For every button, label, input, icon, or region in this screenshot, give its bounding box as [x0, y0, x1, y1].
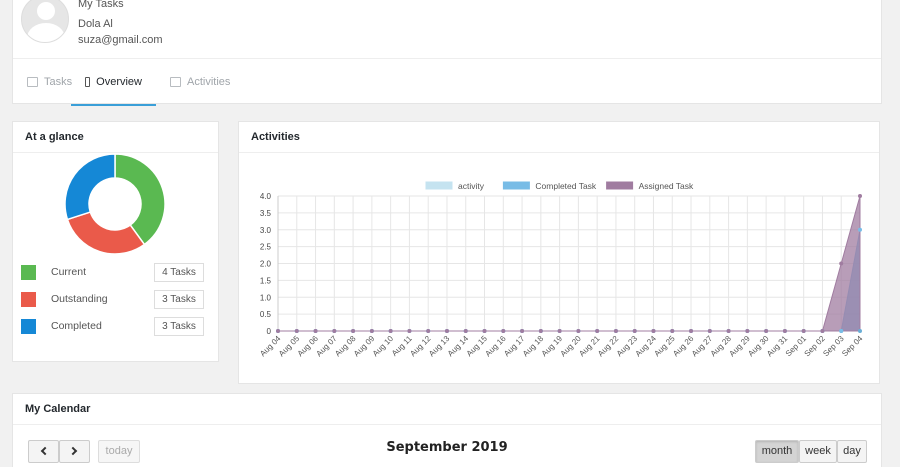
tab-overview[interactable]: Overview [71, 59, 156, 106]
task-count-badge: 4 Tasks [154, 263, 204, 282]
data-point [613, 329, 618, 333]
data-point [444, 329, 449, 333]
data-point [858, 194, 862, 198]
donut-slice-outstanding [66, 211, 146, 255]
data-point [858, 329, 862, 333]
data-point [407, 329, 412, 333]
y-tick-label: 3.0 [260, 226, 272, 235]
y-tick-label: 0 [267, 327, 272, 336]
data-point [463, 329, 468, 333]
legend-label: Completed [51, 320, 102, 332]
data-point [501, 329, 506, 333]
legend-label: activity [458, 181, 485, 191]
data-point [689, 329, 694, 333]
task-count-badge: 3 Tasks [154, 317, 204, 336]
activities-card: Activities 4.0 3.5 3.0 2.5 2.0 1.5 1.0 0.5 0 Aug … [238, 121, 880, 384]
y-tick-label: 1.0 [260, 293, 272, 302]
data-point [726, 329, 731, 333]
task-status-donut [65, 153, 165, 255]
calendar-card: My Calendar today September 2019 month w… [12, 393, 882, 467]
legend-assigned-task: Assigned Task [605, 180, 694, 191]
data-point [801, 329, 806, 333]
data-point [294, 329, 299, 333]
data-point [388, 329, 393, 333]
task-count-badge: 3 Tasks [154, 290, 204, 309]
tab-bar: Tasks Overview Activities [13, 58, 881, 106]
tab-label: Overview [96, 75, 142, 88]
monitor-icon [27, 77, 38, 87]
data-point [369, 329, 374, 333]
y-tick-label: 2.5 [260, 243, 272, 252]
data-point [651, 329, 656, 333]
user-name: Dola Al [78, 18, 113, 30]
image-icon [85, 76, 91, 87]
data-point [670, 329, 675, 333]
data-point [820, 329, 825, 333]
week-view-button[interactable]: week [799, 440, 837, 463]
data-point [632, 329, 637, 333]
data-point [557, 329, 562, 333]
tab-label: Tasks [44, 76, 73, 88]
month-view-button[interactable]: month [755, 440, 799, 463]
outstanding-swatch [21, 292, 36, 307]
data-point [782, 329, 787, 333]
user-email: suza@gmail.com [78, 34, 163, 46]
x-tick-label: Sep 04 [840, 334, 865, 359]
activities-chart: 4.03.53.02.52.01.51.00.50Aug 04Aug 05Aug… [258, 180, 865, 359]
card-title: My Calendar [13, 394, 881, 425]
data-point [538, 329, 543, 333]
day-view-button[interactable]: day [837, 440, 867, 463]
legend-label: Current [51, 266, 87, 278]
data-point [520, 329, 525, 333]
y-tick-label: 1.5 [260, 276, 272, 285]
legend-swatch [424, 180, 454, 191]
data-point [707, 329, 712, 333]
data-point [576, 329, 581, 333]
data-point [858, 227, 862, 232]
tab-label: Activities [187, 76, 231, 88]
data-point [839, 329, 844, 333]
card-title: At a glance [13, 122, 218, 153]
data-point [332, 329, 337, 333]
tab-activities[interactable]: Activities [156, 59, 244, 105]
legend-swatch [501, 180, 531, 191]
legend-swatch [605, 180, 635, 191]
legend-outstanding: Outstanding 3 Tasks [20, 290, 210, 309]
y-tick-label: 4.0 [260, 192, 272, 201]
data-point [426, 329, 431, 333]
data-point [595, 329, 600, 333]
data-point [276, 329, 280, 333]
calendar-icon [170, 77, 181, 87]
legend-label: Assigned Task [639, 181, 694, 191]
data-point [482, 329, 487, 333]
card-title: Activities [239, 122, 879, 153]
calendar-month-title: September 2019 [386, 440, 508, 455]
y-tick-label: 0.5 [260, 310, 272, 319]
completed-swatch [21, 319, 36, 334]
page-title: My Tasks [78, 0, 124, 10]
legend-activity: activity [424, 180, 485, 191]
data-point [313, 329, 318, 333]
y-tick-label: 2.0 [260, 260, 272, 269]
y-tick-label: 3.5 [260, 209, 272, 218]
data-point [764, 329, 769, 333]
data-point [745, 329, 750, 333]
current-swatch [21, 265, 36, 280]
legend-label: Outstanding [51, 293, 108, 305]
donut-slice-completed [65, 153, 116, 221]
data-point [351, 329, 356, 333]
at-a-glance-card: At a glance Current 4 Tasks Outstanding … [12, 121, 219, 362]
avatar [21, 0, 69, 43]
legend-current: Current 4 Tasks [20, 263, 210, 282]
legend-completed: Completed 3 Tasks [20, 317, 210, 336]
legend-completed-task: Completed Task [501, 180, 597, 191]
data-point [839, 261, 844, 266]
profile-card: My Tasks Dola Al suza@gmail.com Tasks Ov… [12, 0, 882, 106]
legend-label: Completed Task [535, 181, 597, 191]
